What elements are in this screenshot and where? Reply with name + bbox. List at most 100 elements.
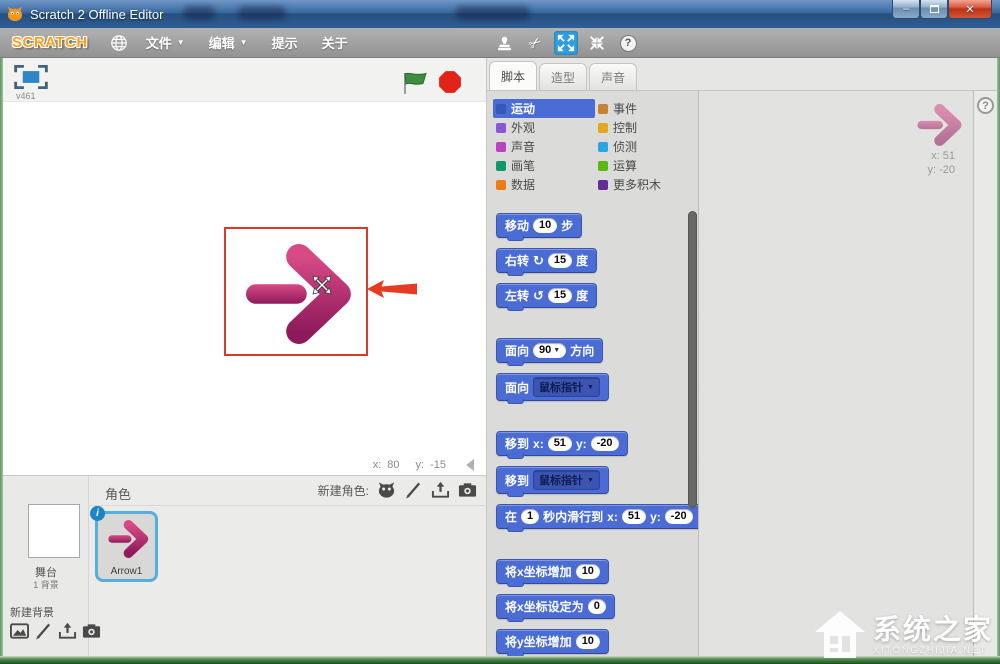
block-text: y: xyxy=(650,509,661,524)
change-x-block[interactable]: 将x坐标增加 10 xyxy=(496,559,609,587)
tab-造型[interactable]: 造型 xyxy=(539,63,587,90)
sprite-name: Arrow1 xyxy=(110,566,143,577)
category-更多积木[interactable]: 更多积木 xyxy=(595,175,693,194)
glide-block[interactable]: 在 1 秒内滑行到 x: 51 y: -20 xyxy=(496,504,702,532)
stage-canvas[interactable] xyxy=(3,102,486,432)
scratch-logo[interactable]: SCRATCH xyxy=(12,34,88,51)
category-外观[interactable]: 外观 xyxy=(493,118,595,137)
camera-sprite-icon[interactable] xyxy=(458,481,477,499)
sprite-info-icon[interactable]: i xyxy=(90,506,105,521)
window-border-left xyxy=(0,58,3,664)
stop-icon[interactable] xyxy=(438,70,462,94)
minimize-button[interactable]: – xyxy=(892,0,920,19)
category-运动[interactable]: 运动 xyxy=(493,99,595,118)
block-number-input[interactable]: 51 xyxy=(547,436,572,451)
turn-right-block[interactable]: 右转 ↻ 15 度 xyxy=(496,248,598,276)
main-content: v461 x: 80 y: -15 舞台 1 背景 新建背景 角色 新建角色: … xyxy=(3,58,997,658)
version-label: v461 xyxy=(16,91,36,101)
category-swatch xyxy=(598,179,608,190)
present-mode-icon[interactable] xyxy=(13,64,49,90)
editor-tabs: 脚本 造型 声音 xyxy=(487,58,997,90)
duplicate-stamp-icon[interactable] xyxy=(492,31,516,55)
block-list: 移动 10 步右转 ↻ 15 度左转 ↺ 15 度面向 90 ▼ 方向 面向 鼠标指针 ▼ 移到 x: 51 y: -… xyxy=(496,213,702,664)
new-backdrop-label: 新建背景 xyxy=(10,607,54,619)
annotation-arrow-icon xyxy=(367,280,417,298)
palette-scrollbar[interactable] xyxy=(688,211,697,508)
block-number-input[interactable]: 51 xyxy=(621,509,647,524)
menu-item-关于[interactable]: 关于 xyxy=(322,33,348,52)
window-title: Scratch 2 Offline Editor xyxy=(30,6,164,22)
block-help-icon[interactable]: ? xyxy=(616,31,640,55)
block-number-input[interactable]: 10 xyxy=(575,634,600,649)
scripts-area[interactable]: x: 51 y: -20 xyxy=(698,90,973,656)
menu-item-提示[interactable]: 提示 xyxy=(272,33,298,52)
paint-backdrop-icon[interactable] xyxy=(34,622,53,640)
menu-item-编辑[interactable]: 编辑 ▼ xyxy=(209,33,248,52)
blurred-artifact xyxy=(455,6,530,20)
close-button[interactable]: ✕ xyxy=(948,0,992,19)
block-text: 将y坐标增加 xyxy=(505,635,572,649)
block-number-input[interactable]: 10 xyxy=(575,564,600,579)
shrink-icon[interactable] xyxy=(585,31,609,55)
grow-icon[interactable] xyxy=(554,31,578,55)
block-dropdown[interactable]: 鼠标指针 ▼ xyxy=(533,377,600,397)
go-to-xy-block[interactable]: 移到 x: 51 y: -20 xyxy=(496,431,628,459)
block-number-input[interactable]: 10 xyxy=(533,218,558,233)
tab-声音[interactable]: 声音 xyxy=(589,63,637,90)
block-number-dropdown[interactable]: 90 ▼ xyxy=(533,343,567,358)
point-towards-block[interactable]: 面向 鼠标指针 ▼ xyxy=(496,373,609,404)
category-label: 声音 xyxy=(511,140,536,154)
stage-thumbnail[interactable] xyxy=(28,504,80,558)
upload-sprite-icon[interactable] xyxy=(431,481,450,499)
language-globe-icon[interactable] xyxy=(110,34,128,52)
upload-backdrop-icon[interactable] xyxy=(58,622,77,640)
delete-scissors-icon[interactable]: ✂ xyxy=(523,31,547,55)
paint-sprite-icon[interactable] xyxy=(404,481,423,499)
help-icon[interactable]: ? xyxy=(977,97,994,114)
category-侦测[interactable]: 侦测 xyxy=(595,137,693,156)
maximize-icon xyxy=(929,5,939,13)
maximize-button[interactable] xyxy=(920,0,948,19)
editor-panel: 脚本 造型 声音 运动 外观 声音 画笔 数据 事件 控制 侦测 运算 更多积木 移动 10 步右转 ↻ 15… xyxy=(487,58,997,657)
change-y-block[interactable]: 将y坐标增加 10 xyxy=(496,629,609,657)
block-text: 右转 xyxy=(505,254,530,268)
mouse-y-label: y: xyxy=(415,459,425,471)
block-number-input[interactable]: -20 xyxy=(664,509,693,524)
set-x-block[interactable]: 将x坐标设定为 0 xyxy=(496,594,615,622)
choose-sprite-icon[interactable] xyxy=(377,481,396,499)
library-backdrop-icon[interactable] xyxy=(10,622,29,640)
sprite-preview-icon xyxy=(913,104,963,146)
category-声音[interactable]: 声音 xyxy=(493,137,595,156)
go-to-sprite-block[interactable]: 移到 鼠标指针 ▼ xyxy=(496,466,609,497)
category-画笔[interactable]: 画笔 xyxy=(493,156,595,175)
block-number-input[interactable]: 15 xyxy=(547,288,573,303)
stage-header: v461 xyxy=(3,58,486,102)
category-运算[interactable]: 运算 xyxy=(595,156,693,175)
category-事件[interactable]: 事件 xyxy=(595,99,693,118)
block-number-input[interactable]: -20 xyxy=(590,436,619,451)
turn-left-block[interactable]: 左转 ↺ 15 度 xyxy=(496,283,598,311)
move-steps-block[interactable]: 移动 10 步 xyxy=(496,213,583,241)
block-number-input[interactable]: 15 xyxy=(547,253,573,268)
menu-item-文件[interactable]: 文件 ▼ xyxy=(146,33,185,52)
camera-backdrop-icon[interactable] xyxy=(82,622,101,640)
tab-脚本[interactable]: 脚本 xyxy=(489,61,537,90)
green-flag-icon[interactable] xyxy=(402,71,428,95)
watermark: 系统之家 XITONGZHIJIA.NET xyxy=(813,608,993,662)
block-dropdown[interactable]: 鼠标指针 ▼ xyxy=(533,470,600,490)
point-in-direction-block[interactable]: 面向 90 ▼ 方向 xyxy=(496,338,604,366)
category-数据[interactable]: 数据 xyxy=(493,175,595,194)
mouse-y-value: -15 xyxy=(430,459,446,471)
new-sprite-label: 新建角色: xyxy=(317,483,369,498)
sprite-card-arrow1[interactable]: i Arrow1 xyxy=(90,506,158,582)
backdrop-count: 1 背景 xyxy=(33,580,59,590)
rotate-icon: ↺ xyxy=(533,287,544,303)
category-swatch xyxy=(496,179,506,190)
block-number-input[interactable]: 1 xyxy=(521,509,540,524)
block-number-input[interactable]: 0 xyxy=(587,599,606,614)
category-控制[interactable]: 控制 xyxy=(595,118,693,137)
sprites-panel: 舞台 1 背景 新建背景 角色 新建角色: i Arrow1 xyxy=(3,475,487,656)
arrow-sprite[interactable] xyxy=(235,244,355,344)
category-label: 画笔 xyxy=(511,159,536,173)
rotate-icon: ↻ xyxy=(533,252,544,268)
